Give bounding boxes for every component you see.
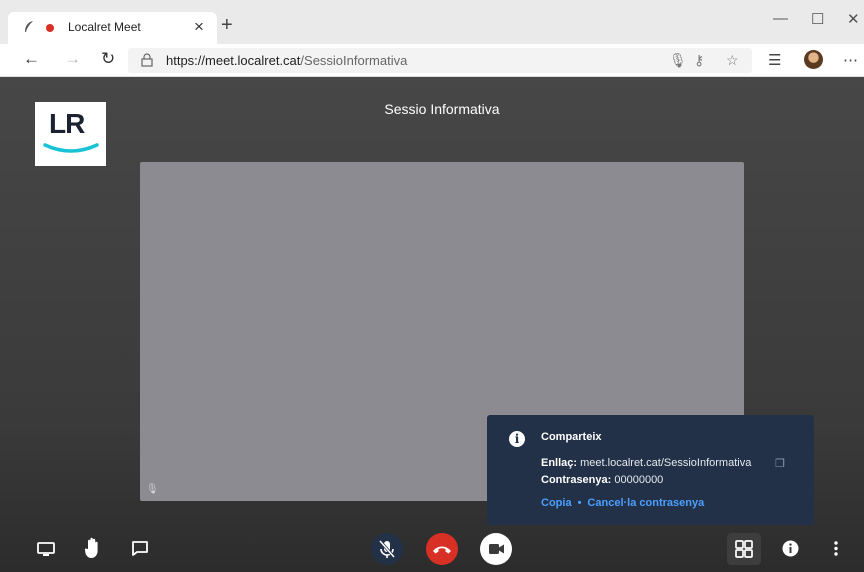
tab-title: Localret Meet [68,20,141,34]
maximize-button[interactable]: ☐ [811,10,824,28]
cancel-password-button[interactable]: Cancel·la contrasenya [587,497,704,509]
url-text: https://meet.localret.cat/SessioInformat… [166,53,407,68]
separator-dot: • [577,497,582,509]
popup-actions: Copia • Cancel·la contrasenya [541,497,704,509]
hang-up-icon [433,546,451,554]
favorites-list-icon[interactable]: ☰ [768,51,781,69]
tile-view-icon [735,540,753,558]
favorite-star-icon[interactable]: ☆ [726,52,739,69]
url-host: https://meet.localret.cat [166,53,301,68]
raise-hand-icon[interactable] [83,537,103,559]
tab-close-button[interactable]: × [194,17,204,37]
more-options-icon[interactable] [833,540,839,557]
forward-arrow-icon[interactable]: → [64,49,81,69]
camera-button[interactable] [480,533,512,565]
password-label: Contrasenya: [541,474,612,486]
url-field[interactable]: https://meet.localret.cat/SessioInformat… [128,48,752,73]
logo-smile-icon [43,143,99,153]
browser-tab[interactable]: Localret Meet × [8,12,217,44]
lock-icon [141,53,153,67]
camera-icon [489,544,504,554]
meeting-title: Sessio Informativa [384,101,500,117]
microphone-permission-icon[interactable]: 🎙 [669,52,687,69]
mic-button[interactable] [371,533,403,565]
link-label: Enllaç: [541,457,578,469]
browser-menu-icon[interactable]: ⋯ [843,51,858,69]
password-value: 00000000 [614,474,664,486]
browser-tab-bar: Localret Meet × + — ☐ ✕ [0,0,864,44]
copy-icon[interactable]: ❐ [775,457,785,470]
meeting-info-icon[interactable] [782,540,799,557]
address-bar: ← → ↻ https://meet.localret.cat/SessioIn… [0,44,864,77]
muted-indicator-icon: 🎙 [146,484,159,495]
feather-favicon-icon [25,21,33,32]
mic-muted-icon [378,540,396,558]
meeting-stage: LR Sessio Informativa 🎙 i Comparteix Enl… [0,77,864,572]
url-path: /SessioInformativa [300,53,408,68]
popup-title: Comparteix [541,431,602,443]
new-tab-button[interactable]: + [221,14,233,37]
recording-dot-icon [46,24,54,32]
link-value[interactable]: meet.localret.cat/SessioInformativa [580,457,751,469]
info-icon: i [509,431,525,447]
back-arrow-icon[interactable]: ← [23,49,40,69]
password-row: Contrasenya: 00000000 [541,474,663,486]
copy-button[interactable]: Copia [541,497,572,509]
minimize-button[interactable]: — [773,10,788,27]
share-popup: i Comparteix Enllaç: meet.localret.cat/S… [487,415,814,525]
link-row: Enllaç: meet.localret.cat/SessioInformat… [541,457,751,469]
reload-icon[interactable]: ↻ [101,49,115,69]
tile-view-button[interactable] [727,533,761,565]
screen-share-icon[interactable] [37,542,55,557]
key-icon[interactable]: ⚷ [694,52,704,69]
close-window-button[interactable]: ✕ [847,10,860,28]
hang-up-button[interactable] [426,533,458,565]
chat-icon[interactable] [131,540,149,557]
profile-avatar[interactable] [804,50,823,69]
